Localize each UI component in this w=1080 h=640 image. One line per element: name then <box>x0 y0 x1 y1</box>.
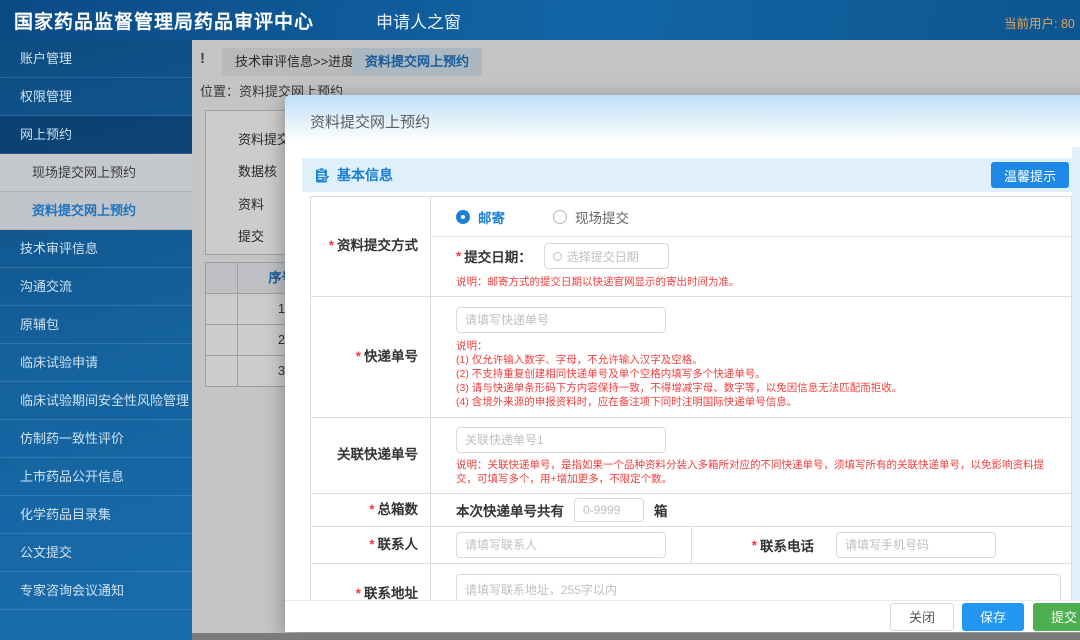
submit-method-radios: 邮寄 现场提交 <box>431 197 1071 237</box>
contact-person-label: * 联系人 <box>311 527 431 563</box>
current-user-label: 当前用户: 80 <box>1004 17 1075 31</box>
submit-method-label: * 资料提交方式 <box>311 197 431 296</box>
clock-icon <box>552 251 562 261</box>
submit-date-picker[interactable]: 选择提交日期 <box>543 243 669 269</box>
app-window: 国家药品监督管理局药品审评中心 申请人之窗 当前用户: 80 账户管理 权限管理… <box>0 0 1080 640</box>
radio-onsite-label[interactable]: 现场提交 <box>575 207 629 227</box>
contact-person-input[interactable] <box>456 532 666 558</box>
sidebar-item-document-booking[interactable]: 资料提交网上预约 <box>0 192 192 230</box>
label-text: 总箱数 <box>377 501 419 517</box>
required-mark: * <box>355 348 361 364</box>
express-number-notes: 说明： (1) 仅允许输入数字、字母，不允许输入汉字及空格。 (2) 不支持重复… <box>431 333 1071 417</box>
portal-title: 申请人之窗 <box>376 12 462 32</box>
modal-footer: 关闭 保存 提交 <box>285 600 1080 632</box>
site-title: 国家药品监督管理局药品审评中心 <box>14 11 315 33</box>
document-booking-modal: 资料提交网上预约 基本信息 温馨提示 * 资料提交方式 邮寄 现场提交 * 提交… <box>285 95 1080 632</box>
express-number-label: * 快递单号 <box>311 297 431 417</box>
modal-header: 资料提交网上预约 <box>285 95 1080 147</box>
sidebar-item-safety-risk[interactable]: 临床试验期间安全性风险管理 <box>0 382 192 420</box>
note-line: (3) 请与快递单条形码下方内容保持一致，不得增减字母、数字等，以免因信息无法匹… <box>456 382 903 394</box>
label-text: 资料提交方式 <box>337 238 418 254</box>
submit-date-note: 说明：邮寄方式的提交日期以快递官网显示的寄出时间为准。 <box>456 276 740 288</box>
row-address: * 联系地址 <box>311 564 1071 600</box>
sidebar-item-onsite-booking[interactable]: 现场提交网上预约 <box>0 154 192 192</box>
modal-title: 资料提交网上预约 <box>310 113 431 131</box>
label-text: 联系地址 <box>364 585 418 600</box>
sidebar-item-tech-review[interactable]: 技术审评信息 <box>0 230 192 268</box>
radio-onsite[interactable] <box>553 209 567 224</box>
row-express-number: * 快递单号 说明： (1) 仅允许输入数字、字母，不允许输入汉字及空格。 (2… <box>311 297 1071 418</box>
row-related-express: 关联快递单号 说明：关联快递单号，是指如果一个品种资料分装入多箱所对应的不同快递… <box>311 418 1071 494</box>
sidebar-item-online-booking[interactable]: 网上预约 <box>0 116 192 154</box>
row-contact: * 联系人 * 联系电话 <box>311 527 1071 564</box>
contact-address-label: * 联系地址 <box>311 564 431 600</box>
sidebar-item-expert-meeting[interactable]: 专家咨询会议通知 <box>0 572 192 610</box>
clipboard-edit-icon <box>314 167 330 183</box>
related-express-note: 说明：关联快递单号，是指如果一个品种资料分装入多箱所对应的不同快递单号，须填写所… <box>456 459 1044 485</box>
sidebar-item-raw-materials[interactable]: 原辅包 <box>0 306 192 344</box>
save-button[interactable]: 保存 <box>961 602 1024 631</box>
total-boxes-label: * 总箱数 <box>311 494 431 526</box>
related-express-input[interactable] <box>456 427 666 453</box>
total-boxes-input[interactable] <box>574 498 644 522</box>
modal-scrollbar[interactable] <box>1072 147 1080 600</box>
related-express-label: 关联快递单号 <box>311 418 431 493</box>
tips-button[interactable]: 温馨提示 <box>990 162 1069 188</box>
required-mark: * <box>355 585 361 600</box>
required-mark: * <box>328 238 334 254</box>
submit-date-label: 提交日期： <box>464 250 532 265</box>
required-mark: * <box>456 248 462 264</box>
note-line: (2) 不支持重复创建相同快递单号及单个空格内填写多个快递单号。 <box>456 368 766 380</box>
label-text: 联系人 <box>377 536 419 552</box>
top-header-bar: 国家药品监督管理局药品审评中心 申请人之窗 当前用户: 80 <box>0 0 1080 40</box>
sidebar-nav: 账户管理 权限管理 网上预约 现场提交网上预约 资料提交网上预约 技术审评信息 … <box>0 40 192 640</box>
close-button[interactable]: 关闭 <box>889 602 954 631</box>
sidebar-item-marketed-info[interactable]: 上市药品公开信息 <box>0 458 192 496</box>
boxes-prefix: 本次快递单号共有 <box>456 504 564 519</box>
sidebar-item-communication[interactable]: 沟通交流 <box>0 268 192 306</box>
express-number-input[interactable] <box>456 307 666 333</box>
label-text: 联系电话 <box>760 539 814 554</box>
sidebar-item-clinical-trial[interactable]: 临床试验申请 <box>0 344 192 382</box>
modal-body: 基本信息 温馨提示 * 资料提交方式 邮寄 现场提交 * 提交日期： 选择提交日… <box>285 147 1080 600</box>
sidebar-item-generic-eval[interactable]: 仿制药一致性评价 <box>0 420 192 458</box>
row-submit-method: * 资料提交方式 邮寄 现场提交 * 提交日期： 选择提交日期 说明：邮寄方式的… <box>311 197 1071 297</box>
submit-button[interactable]: 提交 <box>1032 602 1080 631</box>
date-placeholder: 选择提交日期 <box>566 249 639 264</box>
booking-form: * 资料提交方式 邮寄 现场提交 * 提交日期： 选择提交日期 说明：邮寄方式的… <box>310 196 1072 600</box>
boxes-suffix: 箱 <box>654 504 668 519</box>
radio-mail[interactable] <box>456 209 470 224</box>
label-text: 快递单号 <box>364 348 418 364</box>
note-line: (1) 仅允许输入数字、字母，不允许输入汉字及空格。 <box>456 354 703 366</box>
horizontal-scrollbar[interactable] <box>192 633 1080 640</box>
basic-info-section-bar: 基本信息 温馨提示 <box>302 158 1072 192</box>
contact-phone-label: * 联系电话 <box>691 527 826 563</box>
required-mark: * <box>369 536 375 552</box>
required-mark: * <box>369 501 375 517</box>
row-total-boxes: * 总箱数 本次快递单号共有 箱 <box>311 494 1071 527</box>
radio-mail-label[interactable]: 邮寄 <box>478 207 505 227</box>
sidebar-item-permission[interactable]: 权限管理 <box>0 78 192 116</box>
sidebar-item-doc-submit[interactable]: 公文提交 <box>0 534 192 572</box>
note-line: (4) 含境外来源的申报资料时，应在备注项下同时注明国际快递单号信息。 <box>456 396 798 408</box>
sidebar-item-account[interactable]: 账户管理 <box>0 40 192 78</box>
contact-phone-input[interactable] <box>836 532 996 558</box>
sidebar-item-chem-catalog[interactable]: 化学药品目录集 <box>0 496 192 534</box>
section-title: 基本信息 <box>337 167 393 183</box>
label-text: 关联快递单号 <box>337 447 418 463</box>
contact-address-input[interactable] <box>456 574 1061 600</box>
submit-date-row: * 提交日期： 选择提交日期 <box>431 237 1071 275</box>
required-mark: * <box>751 537 757 553</box>
note-line: 说明： <box>456 340 488 352</box>
